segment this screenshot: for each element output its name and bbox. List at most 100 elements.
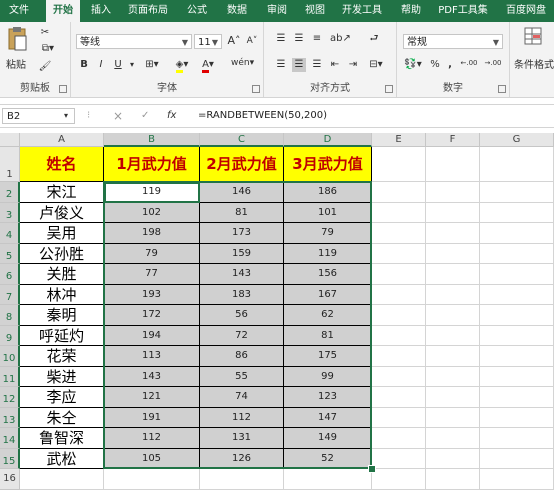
increase-decimal-button[interactable]: ←.00 — [459, 56, 479, 70]
empty-cell[interactable] — [426, 366, 480, 387]
empty-cell[interactable] — [426, 325, 480, 346]
header-cell-d[interactable]: 3月武力值 — [284, 147, 372, 182]
value-cell[interactable]: 119 — [284, 243, 372, 264]
empty-cell[interactable] — [480, 325, 554, 346]
cut-icon[interactable]: ✂ — [38, 26, 52, 40]
empty-cell[interactable] — [426, 305, 480, 326]
empty-cell[interactable] — [372, 305, 426, 326]
empty-cell[interactable] — [480, 469, 554, 490]
empty-cell[interactable] — [480, 366, 554, 387]
number-launcher-icon[interactable] — [498, 85, 506, 93]
empty-cell[interactable] — [372, 223, 426, 244]
empty-cell[interactable] — [426, 243, 480, 264]
name-cell[interactable]: 呼延灼 — [20, 325, 104, 346]
empty-cell[interactable] — [372, 387, 426, 408]
value-cell[interactable]: 183 — [200, 284, 284, 305]
empty-cell[interactable] — [426, 387, 480, 408]
value-cell[interactable]: 74 — [200, 387, 284, 408]
value-cell[interactable]: 143 — [200, 264, 284, 285]
row-header-10[interactable]: 10 — [0, 346, 20, 367]
tab-baidu-netdisk[interactable]: 百度网盘 — [500, 0, 552, 22]
name-cell[interactable]: 柴进 — [20, 366, 104, 387]
empty-cell[interactable] — [372, 469, 426, 490]
alignment-launcher-icon[interactable] — [385, 85, 393, 93]
header-cell-c[interactable]: 2月武力值 — [200, 147, 284, 182]
empty-cell[interactable] — [372, 428, 426, 449]
value-cell[interactable]: 143 — [104, 366, 200, 387]
value-cell[interactable]: 173 — [200, 223, 284, 244]
value-cell[interactable]: 191 — [104, 407, 200, 428]
tab-formulas[interactable]: 公式 — [182, 0, 212, 22]
conditional-format-icon[interactable] — [522, 26, 544, 48]
empty-cell[interactable] — [426, 346, 480, 367]
value-cell[interactable]: 167 — [284, 284, 372, 305]
fill-color-icon[interactable]: ◈▾ — [171, 58, 193, 73]
empty-cell[interactable] — [480, 182, 554, 203]
empty-cell[interactable] — [426, 428, 480, 449]
row-header-6[interactable]: 6 — [0, 264, 20, 285]
tab-pdf-tools[interactable]: PDF工具集 — [432, 0, 494, 22]
name-cell[interactable]: 吴用 — [20, 223, 104, 244]
row-header-4[interactable]: 4 — [0, 223, 20, 244]
enter-icon[interactable]: ✓ — [141, 108, 149, 124]
copy-icon[interactable]: ⧉▾ — [38, 42, 58, 56]
empty-cell[interactable] — [426, 264, 480, 285]
empty-cell[interactable] — [372, 264, 426, 285]
value-cell[interactable]: 105 — [104, 448, 200, 469]
row-header-13[interactable]: 13 — [0, 407, 20, 428]
value-cell[interactable]: 55 — [200, 366, 284, 387]
format-painter-icon[interactable]: 🖌 — [38, 60, 52, 74]
name-cell[interactable]: 关胜 — [20, 264, 104, 285]
value-cell[interactable]: 79 — [104, 243, 200, 264]
column-header-a[interactable]: A — [20, 133, 104, 147]
merge-center-icon[interactable]: ⊟▾ — [366, 58, 386, 72]
align-bottom-icon[interactable]: ≡ — [310, 32, 324, 46]
name-cell[interactable]: 朱仝 — [20, 407, 104, 428]
decrease-indent-icon[interactable]: ⇤ — [328, 58, 342, 72]
tab-help[interactable]: 帮助 — [396, 0, 426, 22]
column-header-b[interactable]: B — [104, 133, 200, 147]
empty-cell[interactable] — [426, 182, 480, 203]
value-cell[interactable]: 101 — [284, 202, 372, 223]
value-cell[interactable]: 175 — [284, 346, 372, 367]
name-cell[interactable]: 武松 — [20, 448, 104, 469]
align-top-icon[interactable]: ☰ — [274, 32, 288, 46]
empty-cell[interactable] — [372, 325, 426, 346]
name-cell[interactable]: 秦明 — [20, 305, 104, 326]
italic-button[interactable]: I — [95, 58, 107, 72]
number-format-select[interactable]: 常规 ▼ — [403, 34, 503, 49]
value-cell[interactable]: 72 — [200, 325, 284, 346]
decrease-decimal-button[interactable]: →.00 — [483, 56, 503, 70]
wrap-text-icon[interactable]: ⮐ — [364, 32, 384, 46]
empty-cell[interactable] — [426, 147, 480, 182]
increase-indent-icon[interactable]: ⇥ — [346, 58, 360, 72]
row-header-16[interactable]: 16 — [0, 469, 20, 490]
empty-cell[interactable] — [480, 305, 554, 326]
empty-cell[interactable] — [480, 223, 554, 244]
bold-button[interactable]: B — [78, 58, 90, 72]
increase-font-button[interactable]: A˄ — [227, 34, 241, 48]
value-cell[interactable]: 79 — [284, 223, 372, 244]
row-header-3[interactable]: 3 — [0, 202, 20, 223]
empty-cell[interactable] — [104, 469, 200, 490]
row-header-9[interactable]: 9 — [0, 325, 20, 346]
value-cell[interactable]: 77 — [104, 264, 200, 285]
column-header-e[interactable]: E — [372, 133, 426, 147]
empty-cell[interactable] — [372, 202, 426, 223]
font-color-icon[interactable]: A▾ — [197, 58, 219, 73]
column-header-d[interactable]: D — [284, 133, 372, 147]
value-cell[interactable]: 186 — [284, 182, 372, 203]
align-middle-icon[interactable]: ☰ — [292, 32, 306, 46]
empty-cell[interactable] — [20, 469, 104, 490]
empty-cell[interactable] — [426, 469, 480, 490]
empty-cell[interactable] — [426, 223, 480, 244]
value-cell[interactable]: 52 — [284, 448, 372, 469]
empty-cell[interactable] — [480, 428, 554, 449]
conditional-format-label[interactable]: 条件格式 — [514, 56, 554, 71]
tab-insert[interactable]: 插入 — [86, 0, 116, 22]
empty-cell[interactable] — [372, 147, 426, 182]
value-cell[interactable]: 126 — [200, 448, 284, 469]
align-left-icon[interactable]: ☰ — [274, 58, 288, 72]
empty-cell[interactable] — [372, 366, 426, 387]
chevron-down-icon[interactable]: ▾ — [64, 108, 68, 124]
